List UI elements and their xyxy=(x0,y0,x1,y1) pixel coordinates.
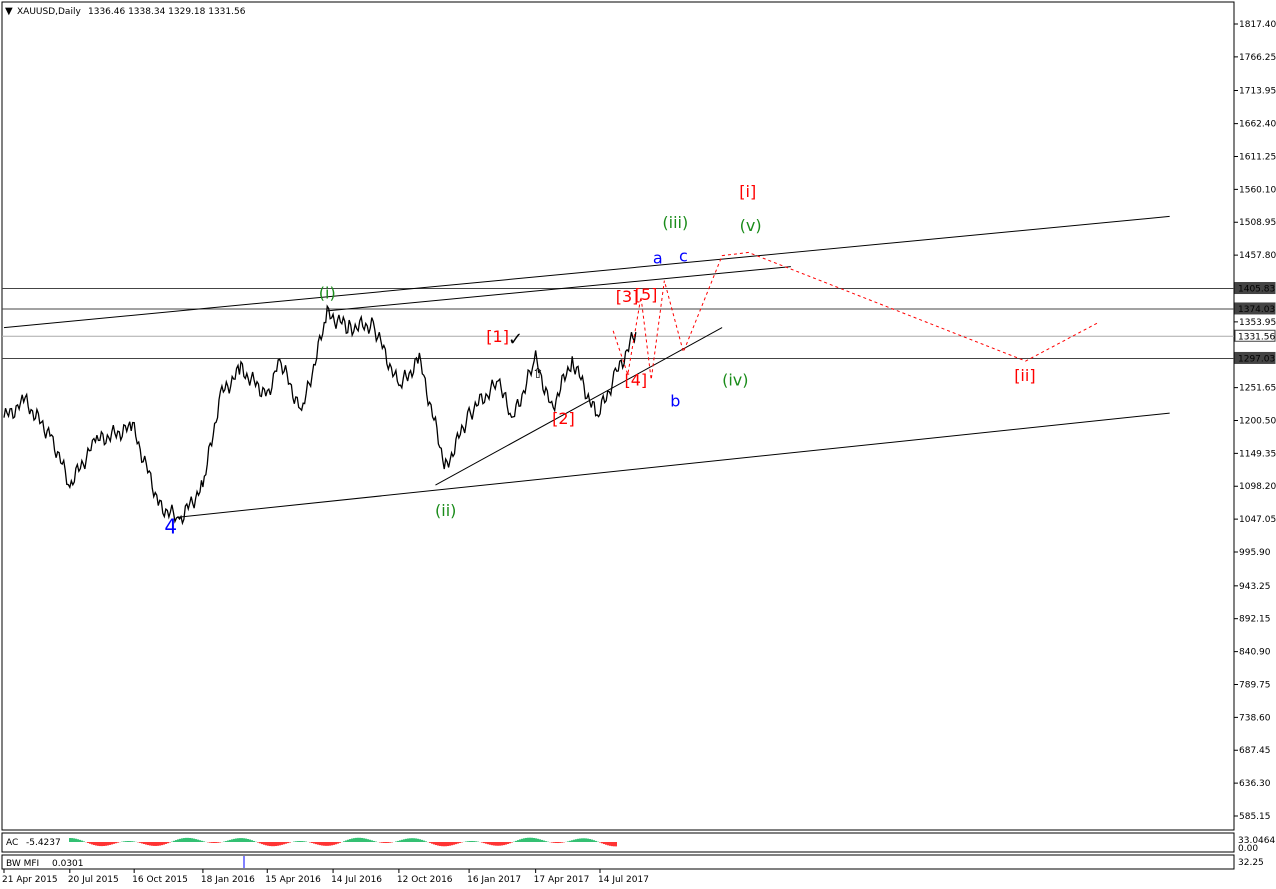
up-arrow-icon: ⇧ xyxy=(532,366,544,382)
ac-scale-zero-label: 0.00 xyxy=(1238,844,1258,854)
wave-label: a xyxy=(653,248,663,267)
x-tick-label: 17 Apr 2017 xyxy=(534,875,590,885)
y-tick-label: 1560.10 xyxy=(1239,185,1276,195)
mfi-indicator-name: BW MFI xyxy=(6,859,39,869)
y-tick-label: 585.15 xyxy=(1239,812,1271,822)
y-tick-label: 1098.20 xyxy=(1239,482,1276,492)
x-tick-label: 14 Jul 2016 xyxy=(331,875,382,885)
y-tick-label: 1508.95 xyxy=(1239,218,1276,228)
trendline[interactable] xyxy=(177,412,1170,518)
wave-label: [1] xyxy=(486,327,509,346)
y-tick-label: 1149.35 xyxy=(1239,449,1276,459)
price-level-label: 1374.03 xyxy=(1238,305,1275,315)
x-tick-label: 16 Jan 2017 xyxy=(467,875,521,885)
chart-symbol: XAUUSD,Daily xyxy=(17,7,81,17)
x-tick-label: 21 Apr 2015 xyxy=(2,875,58,885)
wave-label: [2] xyxy=(552,409,575,428)
symbol-dropdown-icon[interactable]: ▼ xyxy=(5,6,13,17)
mfi-scale-label: 32.25 xyxy=(1238,858,1264,868)
ac-indicator-name: AC xyxy=(6,838,18,848)
mfi-indicator-value: 0.0301 xyxy=(52,859,84,869)
y-tick-label: 943.25 xyxy=(1239,582,1271,592)
price-level-label: 1331.56 xyxy=(1238,332,1275,342)
x-tick-label: 14 Jul 2017 xyxy=(598,875,649,885)
x-tick-label: 18 Jan 2016 xyxy=(201,875,255,885)
mfi-indicator-pane xyxy=(1,854,1235,870)
y-tick-label: 1353.95 xyxy=(1239,318,1276,328)
y-tick-label: 892.15 xyxy=(1239,615,1271,625)
price-series-line xyxy=(3,304,637,526)
y-tick-label: 1457.80 xyxy=(1239,251,1276,261)
wave-label: [ii] xyxy=(1014,366,1035,385)
wave-label: (iv) xyxy=(722,370,748,389)
wave-label: [i] xyxy=(739,182,756,201)
wave-label: (i) xyxy=(319,284,336,303)
price-level-label: 1405.83 xyxy=(1238,285,1275,295)
wave-label: [4] xyxy=(624,370,647,389)
wave-label: 4 xyxy=(164,514,177,538)
x-tick-label: 20 Jul 2015 xyxy=(68,875,119,885)
y-tick-label: 636.30 xyxy=(1239,779,1271,789)
y-tick-label: 1766.25 xyxy=(1239,53,1276,63)
y-tick-label: 738.60 xyxy=(1239,713,1271,723)
checkmark-icon: ✓ xyxy=(508,329,523,350)
wave-label: c xyxy=(679,246,688,265)
y-tick-label: 1200.50 xyxy=(1239,416,1276,426)
ac-indicator-pane xyxy=(1,832,1235,853)
trendline[interactable] xyxy=(3,215,1170,329)
x-tick-label: 12 Oct 2016 xyxy=(397,875,453,885)
wave-label: (iii) xyxy=(662,213,688,232)
y-tick-label: 1713.95 xyxy=(1239,86,1276,96)
y-tick-label: 1251.65 xyxy=(1239,384,1276,394)
x-tick-label: 16 Oct 2015 xyxy=(132,875,188,885)
y-tick-label: 687.45 xyxy=(1239,746,1271,756)
chart-canvas: 1817.40 1766.25 1713.95 1662.40 1611.25 1560.… xyxy=(1,1,1276,885)
y-tick-label: 1662.40 xyxy=(1239,120,1276,130)
y-tick-label: 1817.40 xyxy=(1239,20,1276,30)
y-tick-label: 1047.05 xyxy=(1239,515,1276,525)
wave-label: (ii) xyxy=(435,501,456,520)
chart-ohlc: 1336.46 1338.34 1329.18 1331.56 xyxy=(88,7,246,17)
y-tick-label: 1611.25 xyxy=(1239,152,1276,162)
price-level-label: 1297.03 xyxy=(1238,354,1275,364)
y-tick-label: 789.75 xyxy=(1239,680,1271,690)
ac-indicator-value: -5.4237 xyxy=(26,838,61,848)
y-tick-label: 840.90 xyxy=(1239,648,1271,658)
wave-label: b xyxy=(670,392,680,411)
wave-projection-path xyxy=(612,251,1098,380)
y-tick-label: 995.90 xyxy=(1239,548,1271,558)
main-plot-frame xyxy=(1,1,1235,831)
wave-label: [5] xyxy=(635,285,658,304)
wave-label: (v) xyxy=(740,216,762,235)
x-tick-label: 15 Apr 2016 xyxy=(265,875,321,885)
